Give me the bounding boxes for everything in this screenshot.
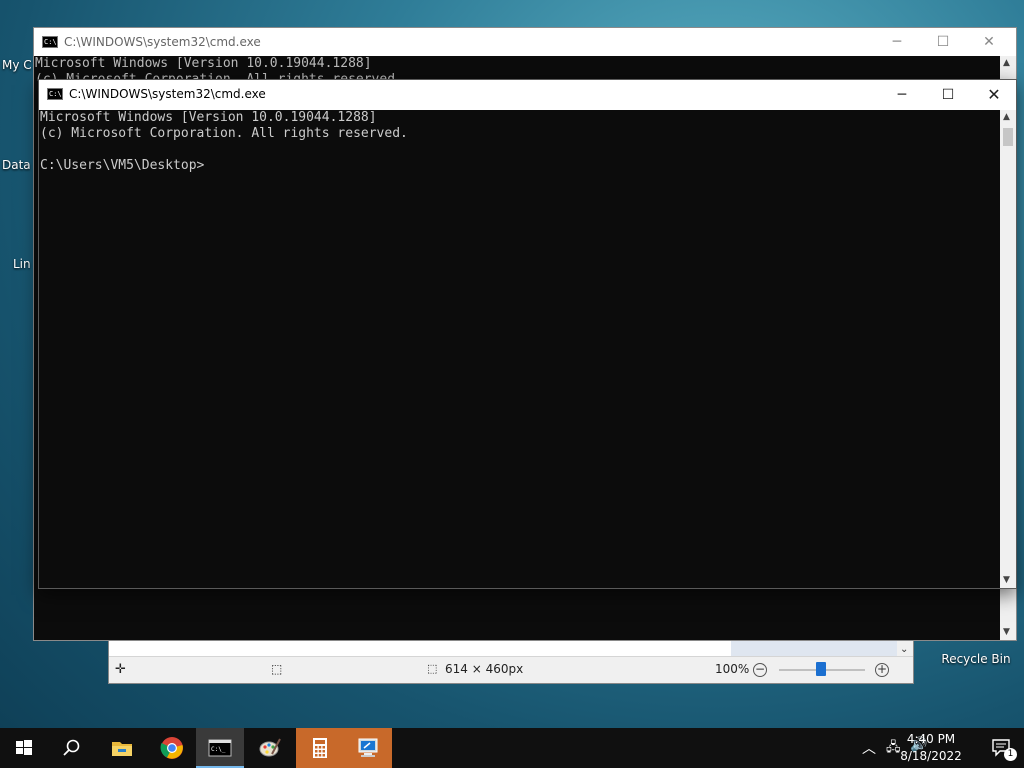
recycle-bin-desktop-icon[interactable]: Recycle Bin [940,652,1012,666]
zoom-slider-thumb[interactable] [816,662,826,676]
cmd-back-line-1: Microsoft Windows [Version 10.0.19044.12… [35,56,372,71]
cmd-back-maximize-button[interactable]: ☐ [920,28,966,56]
selection-size-icon: ⬚ [271,662,283,676]
scroll-down-arrow-icon[interactable]: ▼ [1003,627,1010,637]
file-explorer-button[interactable] [98,728,146,768]
cmd-front-vertical-scrollbar[interactable]: ▲ ▼ [1000,110,1016,588]
search-button[interactable] [48,728,96,768]
windows-logo-icon [16,740,32,755]
console-line-1: Microsoft Windows [Version 10.0.19044.12… [40,110,377,125]
image-size-label: 614 × 460px [445,662,524,676]
calculator-icon [313,738,327,758]
cmd-front-titlebar[interactable]: C:\ C:\WINDOWS\system32\cmd.exe ─ ☐ ✕ [39,80,1016,110]
scroll-up-arrow-icon[interactable]: ▲ [1003,58,1010,68]
zoom-in-button[interactable]: + [875,663,889,677]
clock-time: 4:40 PM [906,732,956,746]
clock[interactable]: 4:40 PM 8/18/2022 [896,731,966,765]
svg-text:C:\_: C:\_ [211,746,226,753]
system-tray: ︿ 🖧 🔊 4:40 PM 8/18/2022 1 [824,728,1024,768]
scroll-down-arrow-icon[interactable]: ▼ [1003,575,1010,585]
paint-icon [259,738,281,757]
cmd-icon: C:\ [42,36,58,48]
taskbar: C:\_ ︿ 🖧 🔊 4:40 PM 8/18/2022 1 [0,728,1024,768]
cmd-front-minimize-button[interactable]: ─ [879,80,925,110]
cmd-icon: C:\ [47,88,63,100]
paint-status-bar: ✛ ⬚ ⬚ 614 × 460px 100% − + [109,656,913,683]
folder-icon [112,742,132,756]
cmd-front-console[interactable]: Microsoft Windows [Version 10.0.19044.12… [39,110,1000,588]
cmd-back-title: C:\WINDOWS\system32\cmd.exe [64,35,261,49]
show-hidden-icons-chevron-icon[interactable]: ︿ [862,738,876,758]
cmd-front-scroll-thumb[interactable] [1003,128,1013,146]
cmd-front-title: C:\WINDOWS\system32\cmd.exe [69,87,266,101]
cmd-back-close-button[interactable]: ✕ [966,28,1012,56]
start-button[interactable] [0,728,48,768]
chrome-button[interactable] [148,728,196,768]
cmd-back-titlebar[interactable]: C:\ C:\WINDOWS\system32\cmd.exe ─ ☐ ✕ [34,28,1016,56]
console-line-2: (c) Microsoft Corporation. All rights re… [40,126,408,141]
search-icon [63,739,80,756]
desktop-icon-partial-mycomputer[interactable]: My C [2,58,32,72]
cmd-back-minimize-button[interactable]: ─ [874,28,920,56]
cmd-window-foreground[interactable]: C:\ C:\WINDOWS\system32\cmd.exe ─ ☐ ✕ Mi… [38,79,1017,589]
cmd-front-maximize-button[interactable]: ☐ [925,80,971,110]
console-prompt[interactable]: C:\Users\VM5\Desktop> [40,158,999,174]
remote-desktop-icon [358,738,378,757]
command-prompt-taskbar-button[interactable]: C:\_ [196,728,244,768]
remote-desktop-taskbar-button[interactable] [344,728,392,768]
move-icon: ✛ [115,662,126,677]
image-size-icon: ⬚ [427,662,438,675]
desktop-icon-partial-link[interactable]: Lin [13,257,31,271]
notification-count-badge: 1 [1004,748,1017,761]
console-line-3 [40,142,999,158]
recycle-bin-label: Recycle Bin [941,652,1011,666]
scroll-up-arrow-icon[interactable]: ▲ [1003,112,1010,122]
cmd-icon: C:\_ [208,739,232,757]
zoom-out-button[interactable]: − [753,663,767,677]
cmd-front-close-button[interactable]: ✕ [971,80,1017,110]
paint-taskbar-button[interactable] [246,728,294,768]
chrome-icon [160,737,183,759]
paint-scroll-down-arrow-icon[interactable]: ⌄ [900,644,908,655]
clock-date: 8/18/2022 [900,749,962,763]
zoom-level-label: 100% [715,662,750,676]
notifications-button[interactable]: 1 [990,736,1017,761]
calculator-taskbar-button[interactable] [296,728,344,768]
desktop-icon-partial-data[interactable]: Data [2,158,31,172]
